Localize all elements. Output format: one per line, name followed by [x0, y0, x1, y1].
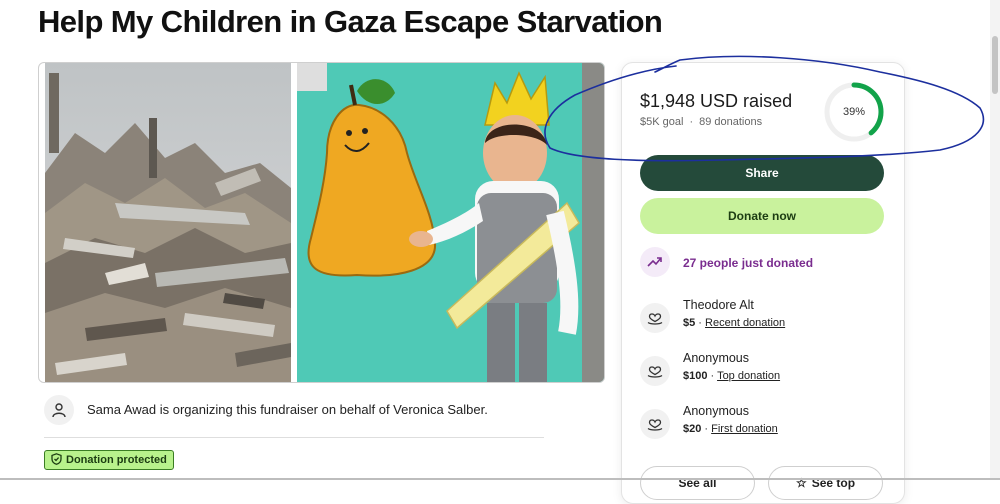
donation-amount: $100 — [683, 370, 708, 382]
donation-type-link[interactable]: First donation — [711, 423, 778, 435]
rubble-photo — [45, 63, 291, 382]
donation-item: Theodore Alt $5 · Recent donation — [640, 298, 890, 338]
donor-name: Anonymous — [683, 404, 750, 418]
donor-name: Theodore Alt — [683, 298, 754, 312]
donation-meta: $20 · First donation — [683, 423, 778, 435]
donation-item: Anonymous $100 · Top donation — [640, 351, 890, 391]
progress-percent: 39% — [842, 106, 866, 118]
recent-activity: 27 people just donated — [640, 247, 890, 279]
user-icon — [44, 395, 74, 425]
amount-raised: $1,948 USD raised — [640, 91, 793, 111]
see-top-button[interactable]: ☆ See top — [768, 466, 883, 500]
goal-summary: $5K goal · 89 donations — [640, 116, 762, 128]
goal-amount: $5K goal — [640, 116, 684, 128]
recent-activity-label: 27 people just donated — [683, 256, 814, 270]
donation-item: Anonymous $20 · First donation — [640, 404, 890, 444]
donor-name: Anonymous — [683, 351, 750, 365]
donation-type-link[interactable]: Recent donation — [705, 317, 785, 329]
donation-meta: $100 · Top donation — [683, 370, 781, 382]
donation-type-link[interactable]: Top donation — [717, 370, 780, 382]
heart-hand-icon — [640, 409, 670, 439]
donation-card: $1,948 USD raised $5K goal · 89 donations … — [621, 62, 905, 504]
organizer-info: Sama Awad is organizing this fundraiser … — [44, 395, 544, 425]
child-photo — [297, 63, 604, 382]
donation-protected-badge[interactable]: Donation protected — [44, 450, 174, 470]
scrollbar-thumb[interactable] — [992, 36, 998, 94]
trending-up-icon — [640, 247, 670, 277]
shield-icon — [51, 452, 62, 468]
donation-meta: $5 · Recent donation — [683, 317, 786, 329]
heart-hand-icon — [640, 356, 670, 386]
page-title: Help My Children in Gaza Escape Starvati… — [38, 4, 663, 39]
heart-hand-icon — [640, 303, 670, 333]
organizer-text: Sama Awad is organizing this fundraiser … — [87, 402, 488, 417]
separator-dot: · — [689, 116, 694, 128]
donation-amount: $20 — [683, 423, 702, 435]
section-divider — [44, 437, 544, 438]
donate-now-button[interactable]: Donate now — [640, 198, 884, 234]
see-all-button[interactable]: See all — [640, 466, 755, 500]
share-button[interactable]: Share — [640, 155, 884, 191]
campaign-hero-image[interactable] — [38, 62, 605, 383]
donation-count: 89 donations — [699, 116, 763, 128]
badge-label: Donation protected — [66, 454, 167, 466]
donation-amount: $5 — [683, 317, 696, 329]
